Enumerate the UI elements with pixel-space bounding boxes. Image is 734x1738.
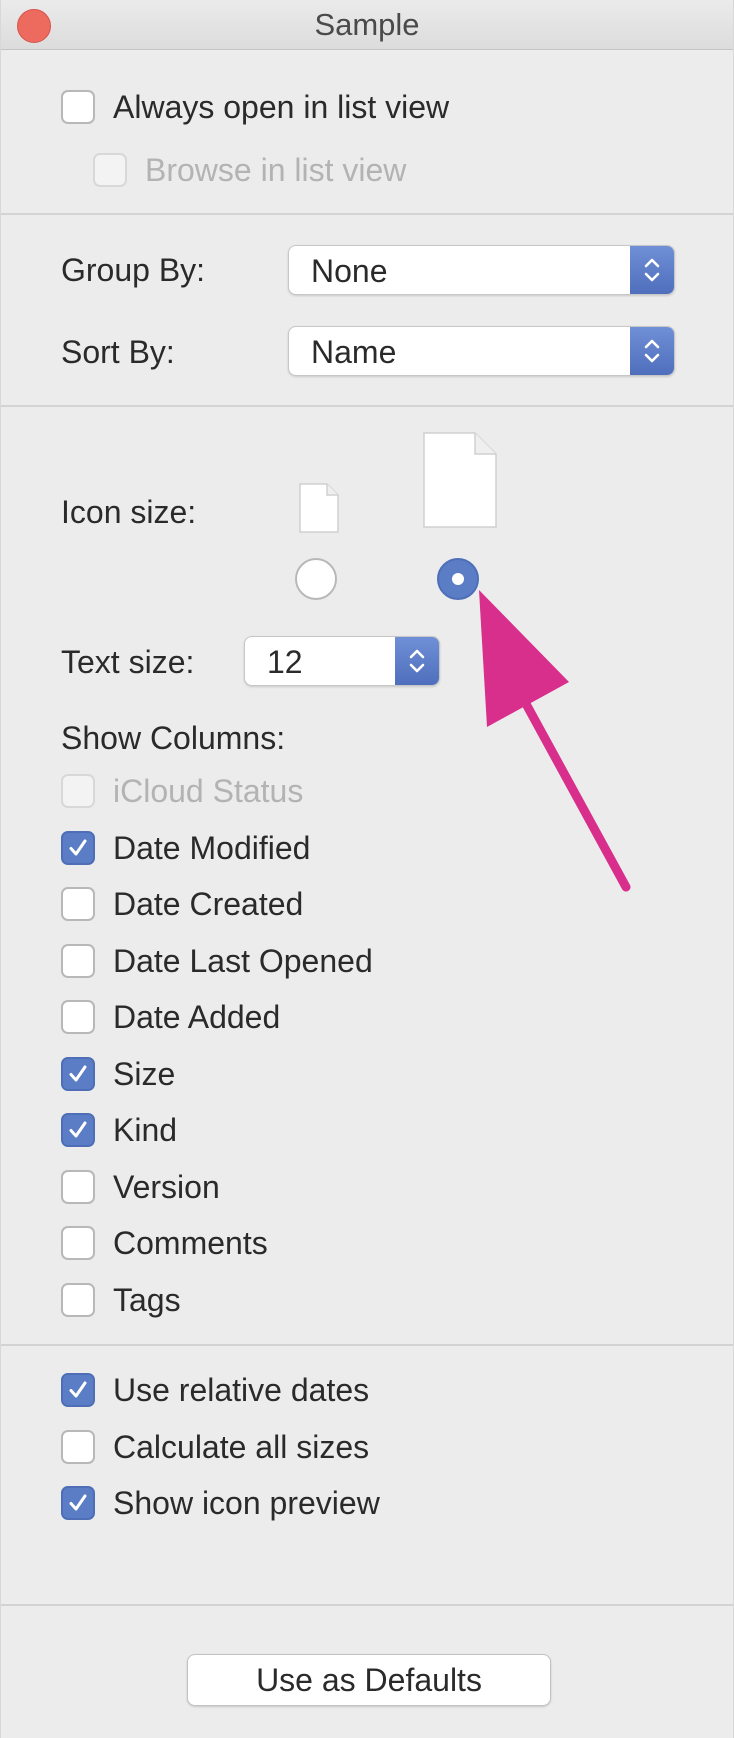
- column-row-comments[interactable]: Comments: [61, 1221, 268, 1265]
- checkmark-icon: [69, 1494, 87, 1511]
- radio-dot: [452, 573, 464, 585]
- version-label: Version: [113, 1168, 220, 1205]
- date-last-opened-checkbox[interactable]: [61, 944, 95, 978]
- browse-list-checkbox: [93, 153, 127, 187]
- sort-by-popup[interactable]: Name: [288, 326, 675, 376]
- date-added-checkbox[interactable]: [61, 1000, 95, 1034]
- column-row-version[interactable]: Version: [61, 1165, 220, 1209]
- comments-label: Comments: [113, 1224, 268, 1261]
- column-row-date-modified[interactable]: Date Modified: [61, 826, 310, 870]
- tags-label: Tags: [113, 1281, 181, 1318]
- sort-by-value: Name: [311, 334, 397, 370]
- tags-checkbox[interactable]: [61, 1283, 95, 1317]
- sort-by-label: Sort By:: [61, 334, 175, 370]
- title-bar: Sample: [1, 0, 733, 50]
- icon-size-label: Icon size:: [61, 494, 197, 530]
- group-by-label: Group By:: [61, 252, 206, 288]
- date-created-label: Date Created: [113, 885, 304, 922]
- group-by-value: None: [311, 253, 388, 289]
- option-row-icon-preview[interactable]: Show icon preview: [61, 1481, 380, 1525]
- icon-preview-checkbox[interactable]: [61, 1486, 95, 1520]
- date-modified-checkbox[interactable]: [61, 831, 95, 865]
- version-checkbox[interactable]: [61, 1170, 95, 1204]
- calculate-sizes-checkbox[interactable]: [61, 1430, 95, 1464]
- icon-size-small-radio[interactable]: [295, 558, 337, 600]
- icloud-status-checkbox: [61, 774, 95, 808]
- kind-label: Kind: [113, 1111, 178, 1148]
- text-size-popup[interactable]: 12: [244, 636, 440, 686]
- checkmark-icon: [69, 839, 87, 856]
- date-added-label: Date Added: [113, 998, 281, 1035]
- relative-dates-label: Use relative dates: [113, 1371, 370, 1408]
- document-icon-small: [299, 483, 339, 533]
- column-row-date-last-opened[interactable]: Date Last Opened: [61, 939, 373, 983]
- always-open-list-checkbox[interactable]: [61, 90, 95, 124]
- browse-list-row: Browse in list view: [93, 148, 406, 192]
- checkmark-icon: [69, 1381, 87, 1398]
- column-row-kind[interactable]: Kind: [61, 1108, 177, 1152]
- chevron-updown-icon: [630, 246, 674, 294]
- column-row-icloud-status: iCloud Status: [61, 769, 303, 813]
- column-row-tags[interactable]: Tags: [61, 1278, 181, 1322]
- show-columns-label: Show Columns:: [61, 720, 286, 756]
- kind-checkbox[interactable]: [61, 1113, 95, 1147]
- document-icon-large: [423, 432, 497, 528]
- chevron-updown-icon: [395, 637, 439, 685]
- checkmark-icon: [69, 1065, 87, 1082]
- separator: [1, 213, 733, 215]
- size-checkbox[interactable]: [61, 1057, 95, 1091]
- browse-list-label: Browse in list view: [145, 151, 407, 188]
- group-by-popup[interactable]: None: [288, 245, 675, 295]
- text-size-label: Text size:: [61, 644, 195, 680]
- date-created-checkbox[interactable]: [61, 887, 95, 921]
- column-row-date-created[interactable]: Date Created: [61, 882, 303, 926]
- option-row-calculate-sizes[interactable]: Calculate all sizes: [61, 1425, 369, 1469]
- relative-dates-checkbox[interactable]: [61, 1373, 95, 1407]
- icloud-status-label: iCloud Status: [113, 772, 304, 809]
- text-size-value: 12: [267, 644, 303, 680]
- column-row-size[interactable]: Size: [61, 1052, 175, 1096]
- calculate-sizes-label: Calculate all sizes: [113, 1428, 370, 1465]
- option-row-relative-dates[interactable]: Use relative dates: [61, 1368, 369, 1412]
- icon-preview-label: Show icon preview: [113, 1484, 380, 1521]
- separator: [1, 1344, 733, 1346]
- comments-checkbox[interactable]: [61, 1226, 95, 1260]
- separator: [1, 1604, 733, 1606]
- window-title: Sample: [314, 7, 420, 42]
- size-label: Size: [113, 1055, 176, 1092]
- always-open-list-row[interactable]: Always open in list view: [61, 85, 449, 129]
- chevron-updown-icon: [630, 327, 674, 375]
- checkmark-icon: [69, 1121, 87, 1138]
- date-modified-label: Date Modified: [113, 829, 311, 866]
- use-as-defaults-button[interactable]: Use as Defaults: [187, 1654, 551, 1706]
- annotation-arrow-icon: [479, 590, 631, 892]
- view-options-window: Sample Always open in list view Browse i…: [0, 0, 734, 1738]
- separator: [1, 405, 733, 407]
- always-open-list-label: Always open in list view: [113, 88, 450, 125]
- date-last-opened-label: Date Last Opened: [113, 942, 373, 979]
- column-row-date-added[interactable]: Date Added: [61, 995, 280, 1039]
